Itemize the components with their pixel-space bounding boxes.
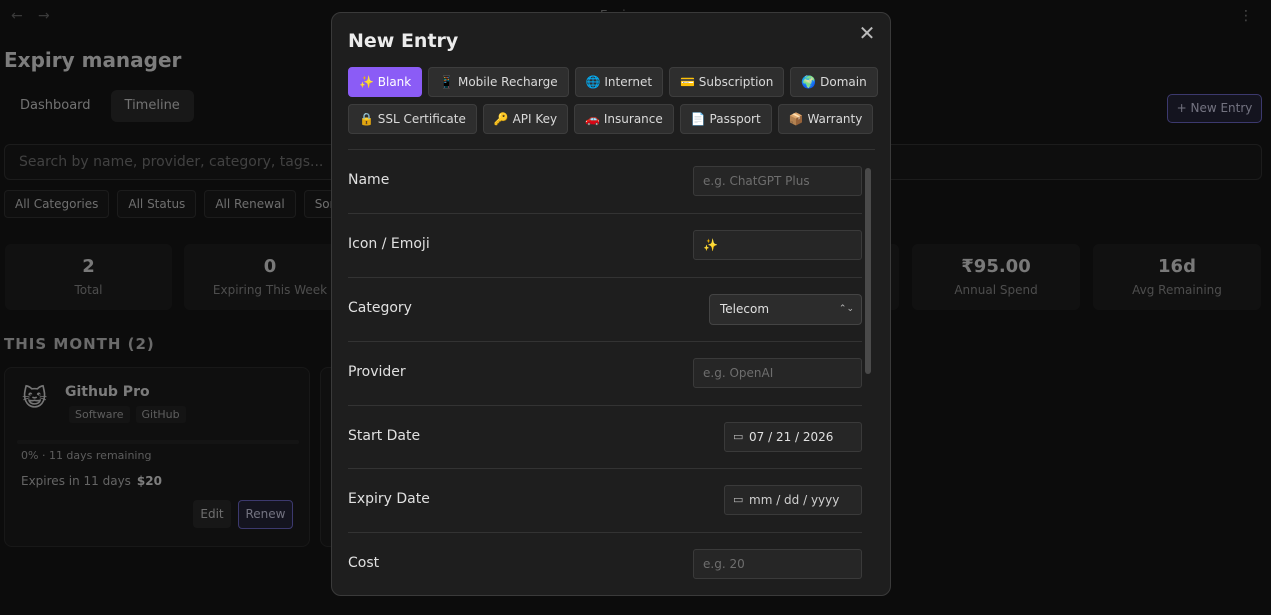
form-row-expiry-date: Expiry Date ▭ mm / dd / yyyy <box>348 469 862 533</box>
cost-field[interactable]: e.g. 20 <box>693 549 862 579</box>
modal-title: New Entry <box>348 30 459 52</box>
start-date-value: 07 / 21 / 2026 <box>749 430 834 444</box>
expiry-date-label: Expiry Date <box>348 491 430 507</box>
start-date-label: Start Date <box>348 428 421 444</box>
name-field[interactable]: e.g. ChatGPT Plus <box>693 166 862 196</box>
template-insurance[interactable]: 🚗 Insurance <box>574 104 674 134</box>
template-warranty[interactable]: 📦 Warranty <box>777 104 874 134</box>
category-select[interactable]: Telecom ⌃⌄ <box>709 294 862 325</box>
modal-scrollbar[interactable] <box>865 168 871 374</box>
template-mobile-recharge[interactable]: 📱 Mobile Recharge <box>428 67 569 97</box>
category-label: Category <box>348 300 412 316</box>
form-row-cost: Cost e.g. 20 <box>348 533 862 595</box>
start-date-field[interactable]: ▭ 07 / 21 / 2026 <box>724 422 862 452</box>
template-list: ✨ Blank 📱 Mobile Recharge 🌐 Internet 💳 S… <box>348 67 878 134</box>
calendar-icon[interactable]: ▭ <box>733 423 743 451</box>
form-row-start-date: Start Date ▭ 07 / 21 / 2026 <box>348 406 862 469</box>
cost-label: Cost <box>348 555 380 571</box>
form-row-category: Category Telecom ⌃⌄ <box>348 278 862 342</box>
form-row-provider: Provider e.g. OpenAI <box>348 342 862 406</box>
form-row-name: Name e.g. ChatGPT Plus <box>348 150 862 214</box>
calendar-icon[interactable]: ▭ <box>733 486 743 514</box>
expiry-date-value: mm / dd / yyyy <box>749 493 840 507</box>
entry-form: Name e.g. ChatGPT Plus Icon / Emoji ✨ Ca… <box>348 150 862 595</box>
expiry-date-field[interactable]: ▭ mm / dd / yyyy <box>724 485 862 515</box>
name-label: Name <box>348 172 390 188</box>
new-entry-modal: New Entry ✕ ✨ Blank 📱 Mobile Recharge 🌐 … <box>331 12 891 596</box>
provider-field[interactable]: e.g. OpenAI <box>693 358 862 388</box>
template-ssl-certificate[interactable]: 🔒 SSL Certificate <box>348 104 477 134</box>
template-domain[interactable]: 🌍 Domain <box>790 67 878 97</box>
icon-field[interactable]: ✨ <box>693 230 862 260</box>
select-chevron-icon: ⌃⌄ <box>838 304 854 314</box>
form-row-icon: Icon / Emoji ✨ <box>348 214 862 278</box>
template-passport[interactable]: 📄 Passport <box>679 104 772 134</box>
template-subscription[interactable]: 💳 Subscription <box>669 67 785 97</box>
template-api-key[interactable]: 🔑 API Key <box>482 104 569 134</box>
provider-label: Provider <box>348 364 406 380</box>
template-internet[interactable]: 🌐 Internet <box>574 67 664 97</box>
template-blank[interactable]: ✨ Blank <box>348 67 423 97</box>
category-value: Telecom <box>720 302 770 316</box>
close-icon[interactable]: ✕ <box>856 22 878 44</box>
icon-label: Icon / Emoji <box>348 236 430 252</box>
